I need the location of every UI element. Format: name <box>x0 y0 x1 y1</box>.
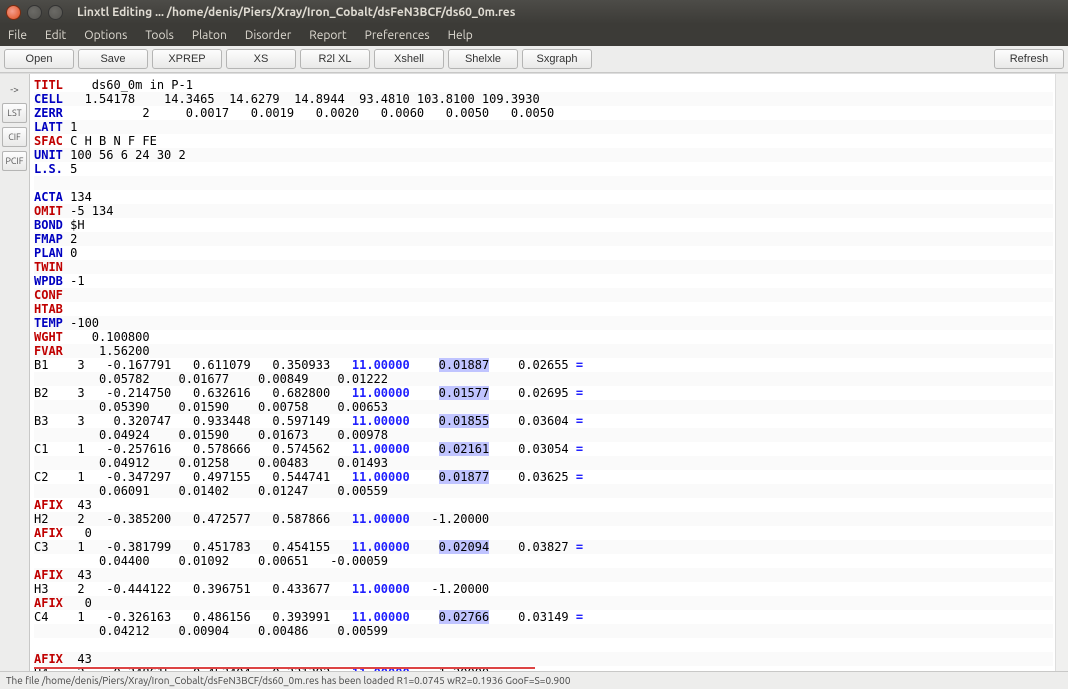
xprep-button[interactable]: XPREP <box>152 49 222 69</box>
window-title: Linxtl Editing ... /home/denis/Piers/Xra… <box>77 6 515 19</box>
menu-tools[interactable]: Tools <box>145 29 174 42</box>
xs-button[interactable]: XS <box>226 49 296 69</box>
main-area: -> LST CIF PCIF TITL ds60_0m in P-1CELL … <box>0 73 1068 671</box>
tab-cif[interactable]: CIF <box>2 127 27 147</box>
menu-report[interactable]: Report <box>309 29 346 42</box>
tab-lst[interactable]: LST <box>2 103 27 123</box>
sidebar-arrow[interactable]: -> <box>0 82 29 99</box>
menu-options[interactable]: Options <box>84 29 127 42</box>
open-button[interactable]: Open <box>4 49 74 69</box>
editor-text[interactable]: TITL ds60_0m in P-1CELL 1.54178 14.3465 … <box>30 74 1055 671</box>
menu-preferences[interactable]: Preferences <box>365 29 430 42</box>
minimize-icon[interactable] <box>27 5 42 20</box>
menu-disorder[interactable]: Disorder <box>245 29 291 42</box>
refresh-button[interactable]: Refresh <box>994 49 1064 69</box>
sidebar: -> LST CIF PCIF <box>0 74 30 671</box>
menubar: File Edit Options Tools Platon Disorder … <box>0 24 1068 46</box>
xshell-button[interactable]: Xshell <box>374 49 444 69</box>
shelxle-button[interactable]: Shelxle <box>448 49 518 69</box>
tab-pcif[interactable]: PCIF <box>2 151 27 171</box>
menu-edit[interactable]: Edit <box>45 29 66 42</box>
menu-platon[interactable]: Platon <box>192 29 227 42</box>
save-button[interactable]: Save <box>78 49 148 69</box>
toolbar: Open Save XPREP XS R2l XL Xshell Shelxle… <box>0 46 1068 73</box>
r2xl-button[interactable]: R2l XL <box>300 49 370 69</box>
scrollbar[interactable] <box>1055 74 1068 671</box>
menu-help[interactable]: Help <box>448 29 473 42</box>
maximize-icon[interactable] <box>48 5 63 20</box>
titlebar: Linxtl Editing ... /home/denis/Piers/Xra… <box>0 0 1068 24</box>
sxgraph-button[interactable]: Sxgraph <box>522 49 592 69</box>
menu-file[interactable]: File <box>8 29 27 42</box>
close-icon[interactable] <box>6 5 21 20</box>
statusbar: The file /home/denis/Piers/Xray/Iron_Cob… <box>0 671 1068 689</box>
status-text: The file /home/denis/Piers/Xray/Iron_Cob… <box>6 675 570 686</box>
